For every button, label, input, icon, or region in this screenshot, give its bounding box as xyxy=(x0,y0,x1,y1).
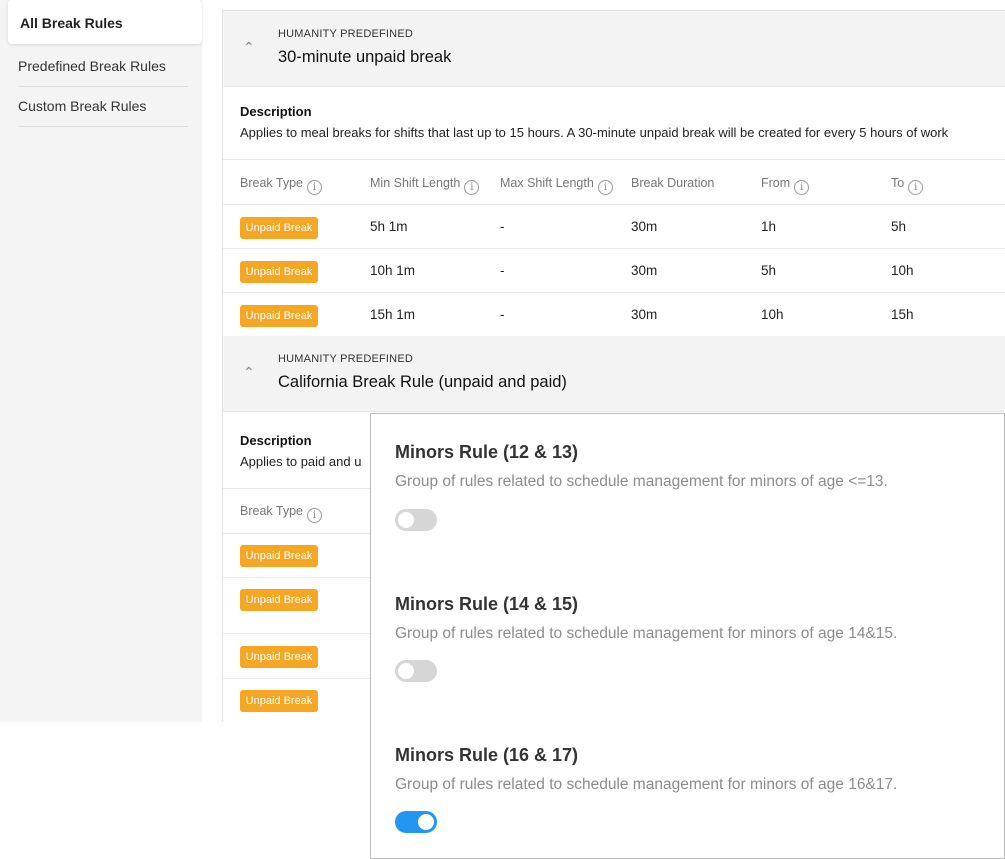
section-title: 30-minute unpaid break xyxy=(278,48,452,66)
minors-16-17-toggle[interactable] xyxy=(395,811,437,833)
sidebar-item-custom-break-rules[interactable]: Custom Break Rules xyxy=(18,98,188,127)
description-heading: Description xyxy=(240,104,312,119)
break-duration: 30m xyxy=(631,219,658,234)
break-type-badge: Unpaid Break xyxy=(240,217,318,239)
max-shift-length: - xyxy=(500,307,505,322)
break-from: 5h xyxy=(761,263,777,278)
minors-rules-card: Minors Rule (12 & 13) Group of rules rel… xyxy=(370,413,1005,859)
column-header-to: To i xyxy=(891,176,924,195)
chevron-up-icon[interactable]: ⌃ xyxy=(243,364,255,381)
sidebar: All Break Rules Predefined Break Rules C… xyxy=(0,0,202,722)
divider xyxy=(223,204,1005,205)
column-header-break-duration: Break Duration xyxy=(631,176,715,190)
column-header-max-shift-length: Max Shift Length i xyxy=(500,176,613,195)
info-icon[interactable]: i xyxy=(908,180,924,195)
break-type-badge: Unpaid Break xyxy=(240,646,318,668)
break-duration: 30m xyxy=(631,307,658,322)
minors-12-13-toggle[interactable] xyxy=(395,509,437,531)
description-heading: Description xyxy=(240,433,312,448)
rule-description: Group of rules related to schedule manag… xyxy=(395,473,888,490)
toggle-knob xyxy=(398,663,414,679)
column-header-min-shift-length: Min Shift Length i xyxy=(370,176,480,195)
section-header-california[interactable]: ⌃ HUMANITY PREDEFINED California Break R… xyxy=(223,336,1005,412)
info-icon[interactable]: i xyxy=(307,180,323,195)
max-shift-length: - xyxy=(500,219,505,234)
break-from: 1h xyxy=(761,219,777,234)
column-header-break-type: Break Type i xyxy=(240,176,323,195)
rule-description: Group of rules related to schedule manag… xyxy=(395,776,898,793)
chevron-up-icon[interactable]: ⌃ xyxy=(243,39,255,56)
min-shift-length: 5h 1m xyxy=(370,219,408,234)
min-shift-length: 10h 1m xyxy=(370,263,416,278)
break-duration: 30m xyxy=(631,263,658,278)
toggle-knob xyxy=(398,512,414,528)
break-type-badge: Unpaid Break xyxy=(240,690,318,712)
description-text: Applies to paid and u xyxy=(240,454,362,469)
break-to: 15h xyxy=(891,307,914,322)
divider xyxy=(223,159,1005,160)
break-type-badge: Unpaid Break xyxy=(240,545,318,567)
break-type-badge: Unpaid Break xyxy=(240,305,318,327)
section-header-30-minute[interactable]: ⌃ HUMANITY PREDEFINED 30-minute unpaid b… xyxy=(223,11,1005,87)
min-shift-length: 15h 1m xyxy=(370,307,416,322)
column-header-from: From i xyxy=(761,176,810,195)
break-to: 5h xyxy=(891,219,907,234)
rule-title: Minors Rule (14 & 15) xyxy=(395,594,579,614)
sidebar-item-predefined-break-rules[interactable]: Predefined Break Rules xyxy=(18,58,188,87)
rule-description: Group of rules related to schedule manag… xyxy=(395,625,898,642)
row-divider xyxy=(223,292,1005,293)
toggle-knob xyxy=(418,814,434,830)
description-text: Applies to meal breaks for shifts that l… xyxy=(240,125,949,140)
info-icon[interactable]: i xyxy=(464,180,480,195)
rule-title: Minors Rule (16 & 17) xyxy=(395,745,579,765)
break-type-badge: Unpaid Break xyxy=(240,589,318,611)
max-shift-length: - xyxy=(500,263,505,278)
minors-14-15-toggle[interactable] xyxy=(395,660,437,682)
sidebar-item-all-break-rules[interactable]: All Break Rules xyxy=(8,0,202,44)
break-to: 10h xyxy=(891,263,914,278)
info-icon[interactable]: i xyxy=(794,180,810,195)
row-divider xyxy=(223,248,1005,249)
rule-title: Minors Rule (12 & 13) xyxy=(395,442,579,462)
section-title: California Break Rule (unpaid and paid) xyxy=(278,373,567,391)
break-from: 10h xyxy=(761,307,784,322)
column-header-break-type: Break Type i xyxy=(240,504,323,523)
predefined-label: HUMANITY PREDEFINED xyxy=(278,28,413,40)
break-type-badge: Unpaid Break xyxy=(240,261,318,283)
predefined-label: HUMANITY PREDEFINED xyxy=(278,353,413,365)
info-icon[interactable]: i xyxy=(597,180,613,195)
info-icon[interactable]: i xyxy=(307,508,323,523)
